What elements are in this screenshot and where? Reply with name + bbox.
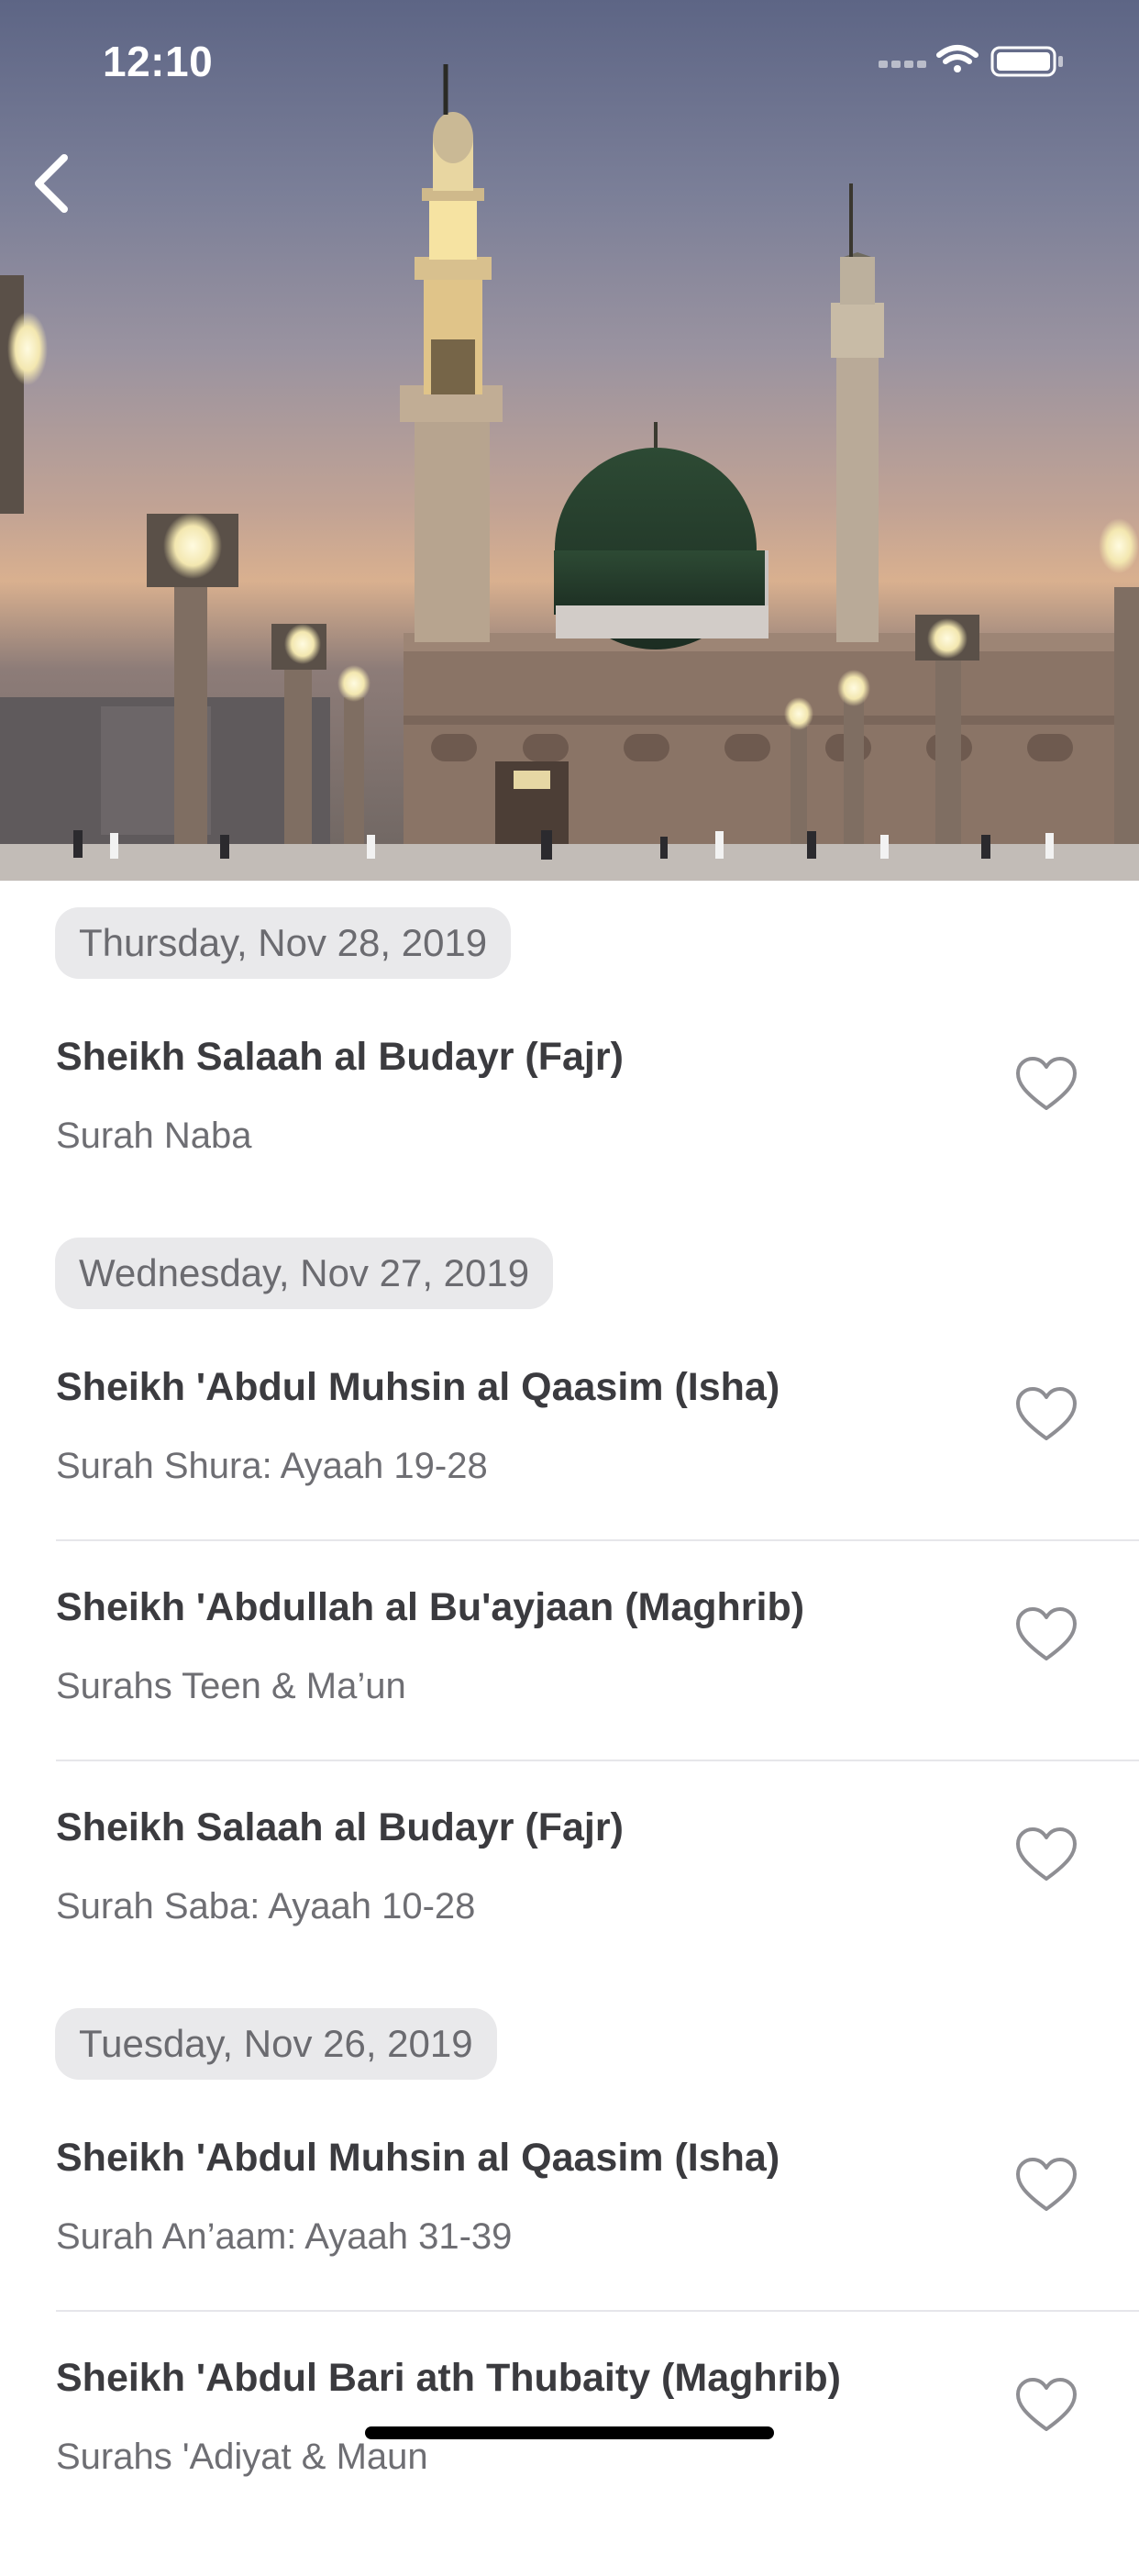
list-item[interactable]: Sheikh 'Abdul Muhsin al Qaasim (Isha) Su… (0, 1365, 1139, 1585)
list-item[interactable]: Sheikh 'Abdul Muhsin al Qaasim (Isha) Su… (0, 2136, 1139, 2356)
favorite-heart-icon[interactable] (1014, 1385, 1078, 1444)
date-header: Tuesday, Nov 26, 2019 (55, 2008, 497, 2080)
lecture-title: Sheikh 'Abdul Muhsin al Qaasim (Isha) (56, 1365, 780, 1409)
status-bar: 12:10 (0, 0, 1139, 119)
lecture-title: Sheikh 'Abdul Muhsin al Qaasim (Isha) (56, 2136, 780, 2180)
status-icons (879, 45, 1063, 77)
wifi-icon (936, 45, 979, 72)
lecture-subtitle: Surah An’aam: Ayaah 31-39 (56, 2216, 513, 2257)
chevron-left-icon (35, 154, 68, 213)
lecture-subtitle: Surah Shura: Ayaah 19-28 (56, 1446, 488, 1486)
lecture-title: Sheikh 'Abdul Bari ath Thubaity (Maghrib… (56, 2356, 841, 2400)
lecture-subtitle: Surahs 'Adiyat & Maun (56, 2437, 428, 2477)
home-indicator[interactable] (365, 2426, 774, 2439)
lecture-subtitle: Surahs Teen & Ma’un (56, 1666, 406, 1706)
battery-icon (990, 46, 1063, 77)
favorite-heart-icon[interactable] (1014, 1605, 1078, 1664)
lecture-title: Sheikh Salaah al Budayr (Fajr) (56, 1035, 624, 1079)
back-button[interactable] (24, 147, 88, 220)
favorite-heart-icon[interactable] (1014, 1055, 1078, 1114)
lecture-title: Sheikh 'Abdullah al Bu'ayjaan (Maghrib) (56, 1585, 805, 1629)
date-header: Thursday, Nov 28, 2019 (55, 907, 512, 979)
date-header: Wednesday, Nov 27, 2019 (55, 1238, 554, 1309)
favorite-heart-icon[interactable] (1014, 2156, 1078, 2215)
lecture-title: Sheikh Salaah al Budayr (Fajr) (56, 1805, 624, 1849)
hero-image: 12:10 (0, 0, 1139, 881)
lecture-subtitle: Surah Saba: Ayaah 10-28 (56, 1886, 476, 1926)
list-item[interactable]: Sheikh 'Abdul Bari ath Thubaity (Maghrib… (0, 2356, 1139, 2576)
status-time: 12:10 (103, 38, 214, 85)
favorite-heart-icon[interactable] (1014, 1826, 1078, 1884)
favorite-heart-icon[interactable] (1014, 2376, 1078, 2435)
cellular-signal-icon (879, 61, 926, 68)
lecture-subtitle: Surah Naba (56, 1116, 252, 1156)
list-item[interactable]: Sheikh Salaah al Budayr (Fajr) Surah Nab… (0, 1035, 1139, 1255)
divider (56, 1539, 1139, 1541)
mosque-photo (0, 64, 1139, 881)
list-item[interactable]: Sheikh 'Abdullah al Bu'ayjaan (Maghrib) … (0, 1585, 1139, 1805)
list-item[interactable]: Sheikh Salaah al Budayr (Fajr) Surah Sab… (0, 1805, 1139, 2026)
divider (56, 1760, 1139, 1761)
divider (56, 2310, 1139, 2312)
